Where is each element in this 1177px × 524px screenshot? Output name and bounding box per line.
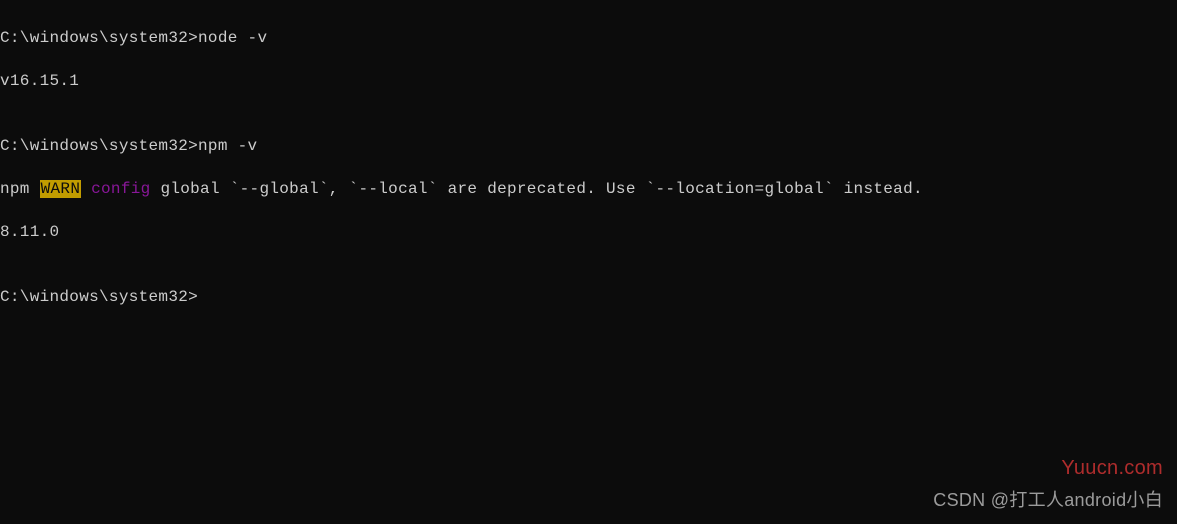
npm-warn-line: npm WARN config global `--global`, `--lo…	[0, 179, 1177, 201]
space	[81, 180, 91, 198]
terminal-output[interactable]: C:\windows\system32>node -v v16.15.1 C:\…	[0, 0, 1177, 330]
npm-version-output: 8.11.0	[0, 222, 1177, 244]
cmd-prompt-idle: C:\windows\system32>	[0, 287, 1177, 309]
watermark-csdn: CSDN @打工人android小白	[933, 488, 1163, 512]
warn-message: global `--global`, `--local` are depreca…	[151, 180, 923, 198]
npm-prefix: npm	[0, 180, 40, 198]
node-version-output: v16.15.1	[0, 71, 1177, 93]
watermark-yuucn: Yuucn.com	[1061, 455, 1163, 482]
cmd-line-npm-v: C:\windows\system32>npm -v	[0, 136, 1177, 158]
config-keyword: config	[91, 180, 150, 198]
warn-badge: WARN	[40, 180, 82, 198]
cmd-line-node-v: C:\windows\system32>node -v	[0, 28, 1177, 50]
